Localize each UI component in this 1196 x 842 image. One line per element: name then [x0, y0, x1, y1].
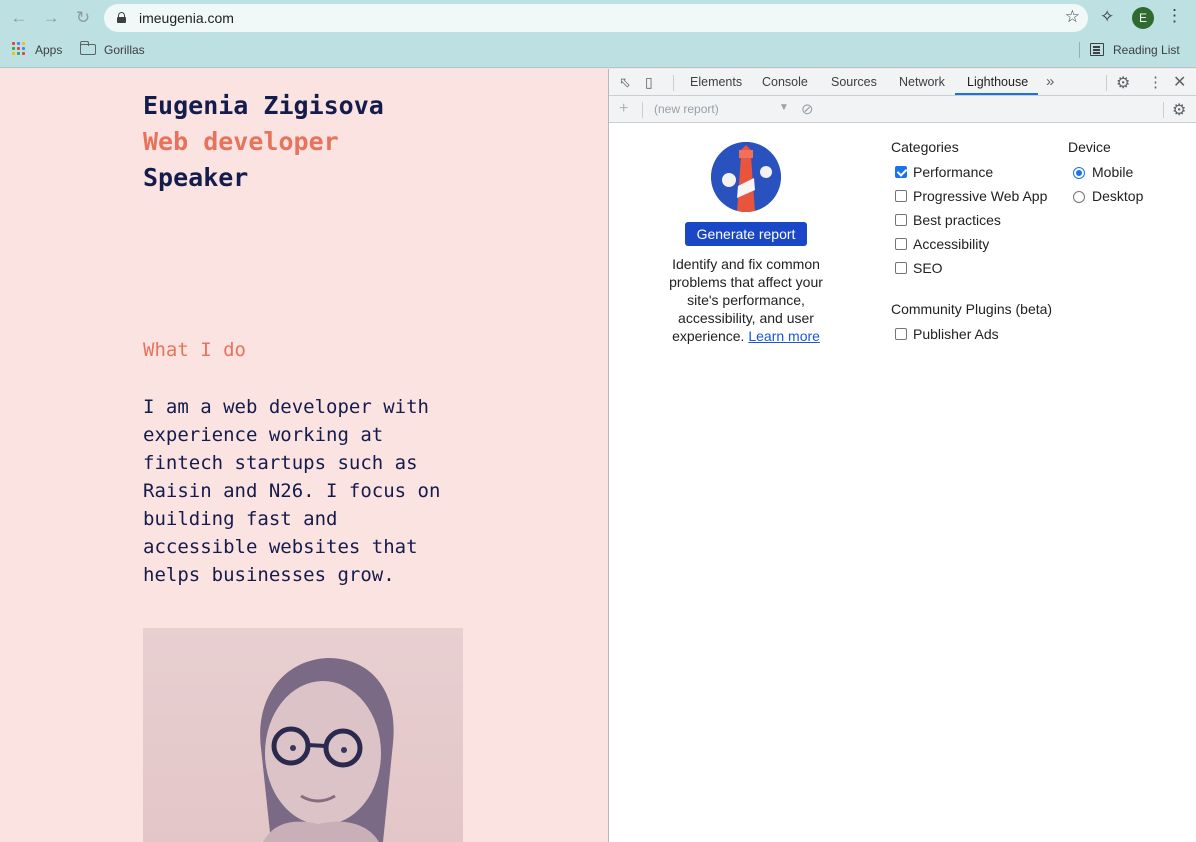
customize-menu-icon[interactable]: ⋮	[1148, 73, 1163, 91]
profile-avatar[interactable]: E	[1132, 7, 1154, 29]
bookmark-star-icon[interactable]: ☆	[1065, 7, 1080, 27]
bio-line: fintech startups such as	[143, 452, 418, 474]
description-line: Identify and fix common	[672, 256, 820, 272]
publisher-ads-checkbox[interactable]	[895, 328, 907, 340]
tab-lighthouse[interactable]: Lighthouse	[967, 75, 1028, 89]
bio-line: building fast and	[143, 508, 338, 530]
toolbar-separator	[642, 102, 643, 118]
settings-gear-icon[interactable]: ⚙	[1116, 73, 1130, 93]
bio-line: accessible websites that	[143, 536, 418, 558]
bio-line: I am a web developer with	[143, 396, 429, 418]
description-last: experience.	[672, 328, 745, 344]
devtools-tab-bar: ⬁ ▯ Elements Console Sources Network Lig…	[609, 69, 1196, 96]
forward-arrow-icon[interactable]: →	[40, 7, 62, 29]
performance-checkbox[interactable]	[895, 166, 907, 178]
reload-icon[interactable]: ↻	[72, 7, 94, 29]
folder-icon	[79, 41, 96, 55]
lighthouse-settings-icon[interactable]: ⚙	[1172, 100, 1186, 120]
category-label[interactable]: Accessibility	[913, 236, 989, 252]
back-arrow-icon[interactable]: ←	[8, 7, 30, 29]
desktop-radio[interactable]	[1073, 191, 1085, 203]
profile-photo	[143, 628, 463, 842]
reading-list-icon[interactable]	[1090, 43, 1104, 56]
lock-icon	[117, 12, 126, 23]
device-label[interactable]: Mobile	[1092, 164, 1133, 180]
lighthouse-toolbar: + (new report) ▼ ⊘ ⚙	[609, 96, 1196, 123]
tab-network[interactable]: Network	[899, 75, 945, 89]
mobile-radio[interactable]	[1073, 167, 1085, 179]
category-label[interactable]: Performance	[913, 164, 993, 180]
site-role-primary: Web developer	[143, 127, 339, 156]
tab-separator	[1106, 75, 1107, 91]
bio-line: Raisin and N26. I focus on	[143, 480, 441, 502]
tab-console[interactable]: Console	[762, 75, 808, 89]
site-role-secondary: Speaker	[143, 163, 249, 192]
device-toolbar-icon[interactable]: ▯	[645, 74, 653, 91]
device-title: Device	[1068, 139, 1111, 155]
description-line: experience. Learn more	[661, 327, 831, 345]
bookmarks-divider	[1079, 42, 1080, 58]
generate-report-button[interactable]: Generate report	[685, 222, 807, 246]
site-name: Eugenia Zigisova	[143, 91, 384, 120]
learn-more-link[interactable]: Learn more	[748, 328, 820, 344]
pwa-checkbox[interactable]	[895, 190, 907, 202]
active-tab-indicator	[955, 93, 1038, 95]
close-icon[interactable]: ✕	[1173, 72, 1186, 92]
toolbar-separator	[1163, 102, 1164, 118]
extensions-puzzle-icon[interactable]: ✧	[1100, 7, 1114, 27]
plugins-title: Community Plugins (beta)	[891, 301, 1053, 317]
category-label[interactable]: SEO	[913, 260, 943, 276]
chevron-down-icon[interactable]: ▼	[779, 102, 789, 113]
bookmark-gorillas[interactable]: Gorillas	[104, 43, 145, 57]
devtools-panel: ⬁ ▯ Elements Console Sources Network Lig…	[609, 69, 1196, 842]
add-report-icon[interactable]: +	[619, 100, 628, 118]
reading-list-button[interactable]: Reading List	[1113, 43, 1180, 57]
bio-text: I am a web developer with experience wor…	[143, 393, 473, 589]
more-tabs-icon[interactable]: »	[1046, 73, 1054, 90]
tab-elements[interactable]: Elements	[690, 75, 742, 89]
lighthouse-description: Identify and fix common problems that af…	[661, 255, 831, 345]
category-label[interactable]: Best practices	[913, 212, 1001, 228]
tab-sources[interactable]: Sources	[831, 75, 877, 89]
lighthouse-logo	[711, 142, 781, 212]
best-practices-checkbox[interactable]	[895, 214, 907, 226]
browser-toolbar: ← → ↻ imeugenia.com ☆ ✧ E ⋮	[0, 0, 1196, 36]
address-bar[interactable]: imeugenia.com ☆	[104, 4, 1088, 32]
bio-line: experience working at	[143, 424, 384, 446]
inspect-element-icon[interactable]: ⬁	[619, 74, 631, 91]
description-line: accessibility, and user	[678, 310, 814, 326]
clear-report-icon[interactable]: ⊘	[801, 100, 814, 118]
tab-separator	[673, 75, 674, 91]
accessibility-checkbox[interactable]	[895, 238, 907, 250]
section-title: What I do	[143, 339, 246, 361]
description-line: problems that affect your	[669, 274, 823, 290]
website-viewport: Eugenia Zigisova Web developer Speaker W…	[0, 69, 608, 842]
device-label[interactable]: Desktop	[1092, 188, 1143, 204]
plugin-label[interactable]: Publisher Ads	[913, 326, 999, 342]
description-line: site's performance,	[687, 292, 805, 308]
bio-line: helps businesses grow.	[143, 564, 395, 586]
category-label[interactable]: Progressive Web App	[913, 188, 1047, 204]
browser-menu-icon[interactable]: ⋮	[1166, 6, 1183, 26]
seo-checkbox[interactable]	[895, 262, 907, 274]
bookmarks-bar	[0, 36, 1196, 68]
bookmark-apps[interactable]: Apps	[35, 43, 62, 57]
apps-grid-icon[interactable]	[12, 42, 25, 55]
report-select[interactable]: (new report)	[654, 102, 719, 116]
url-text[interactable]: imeugenia.com	[139, 10, 234, 26]
categories-title: Categories	[891, 139, 959, 155]
